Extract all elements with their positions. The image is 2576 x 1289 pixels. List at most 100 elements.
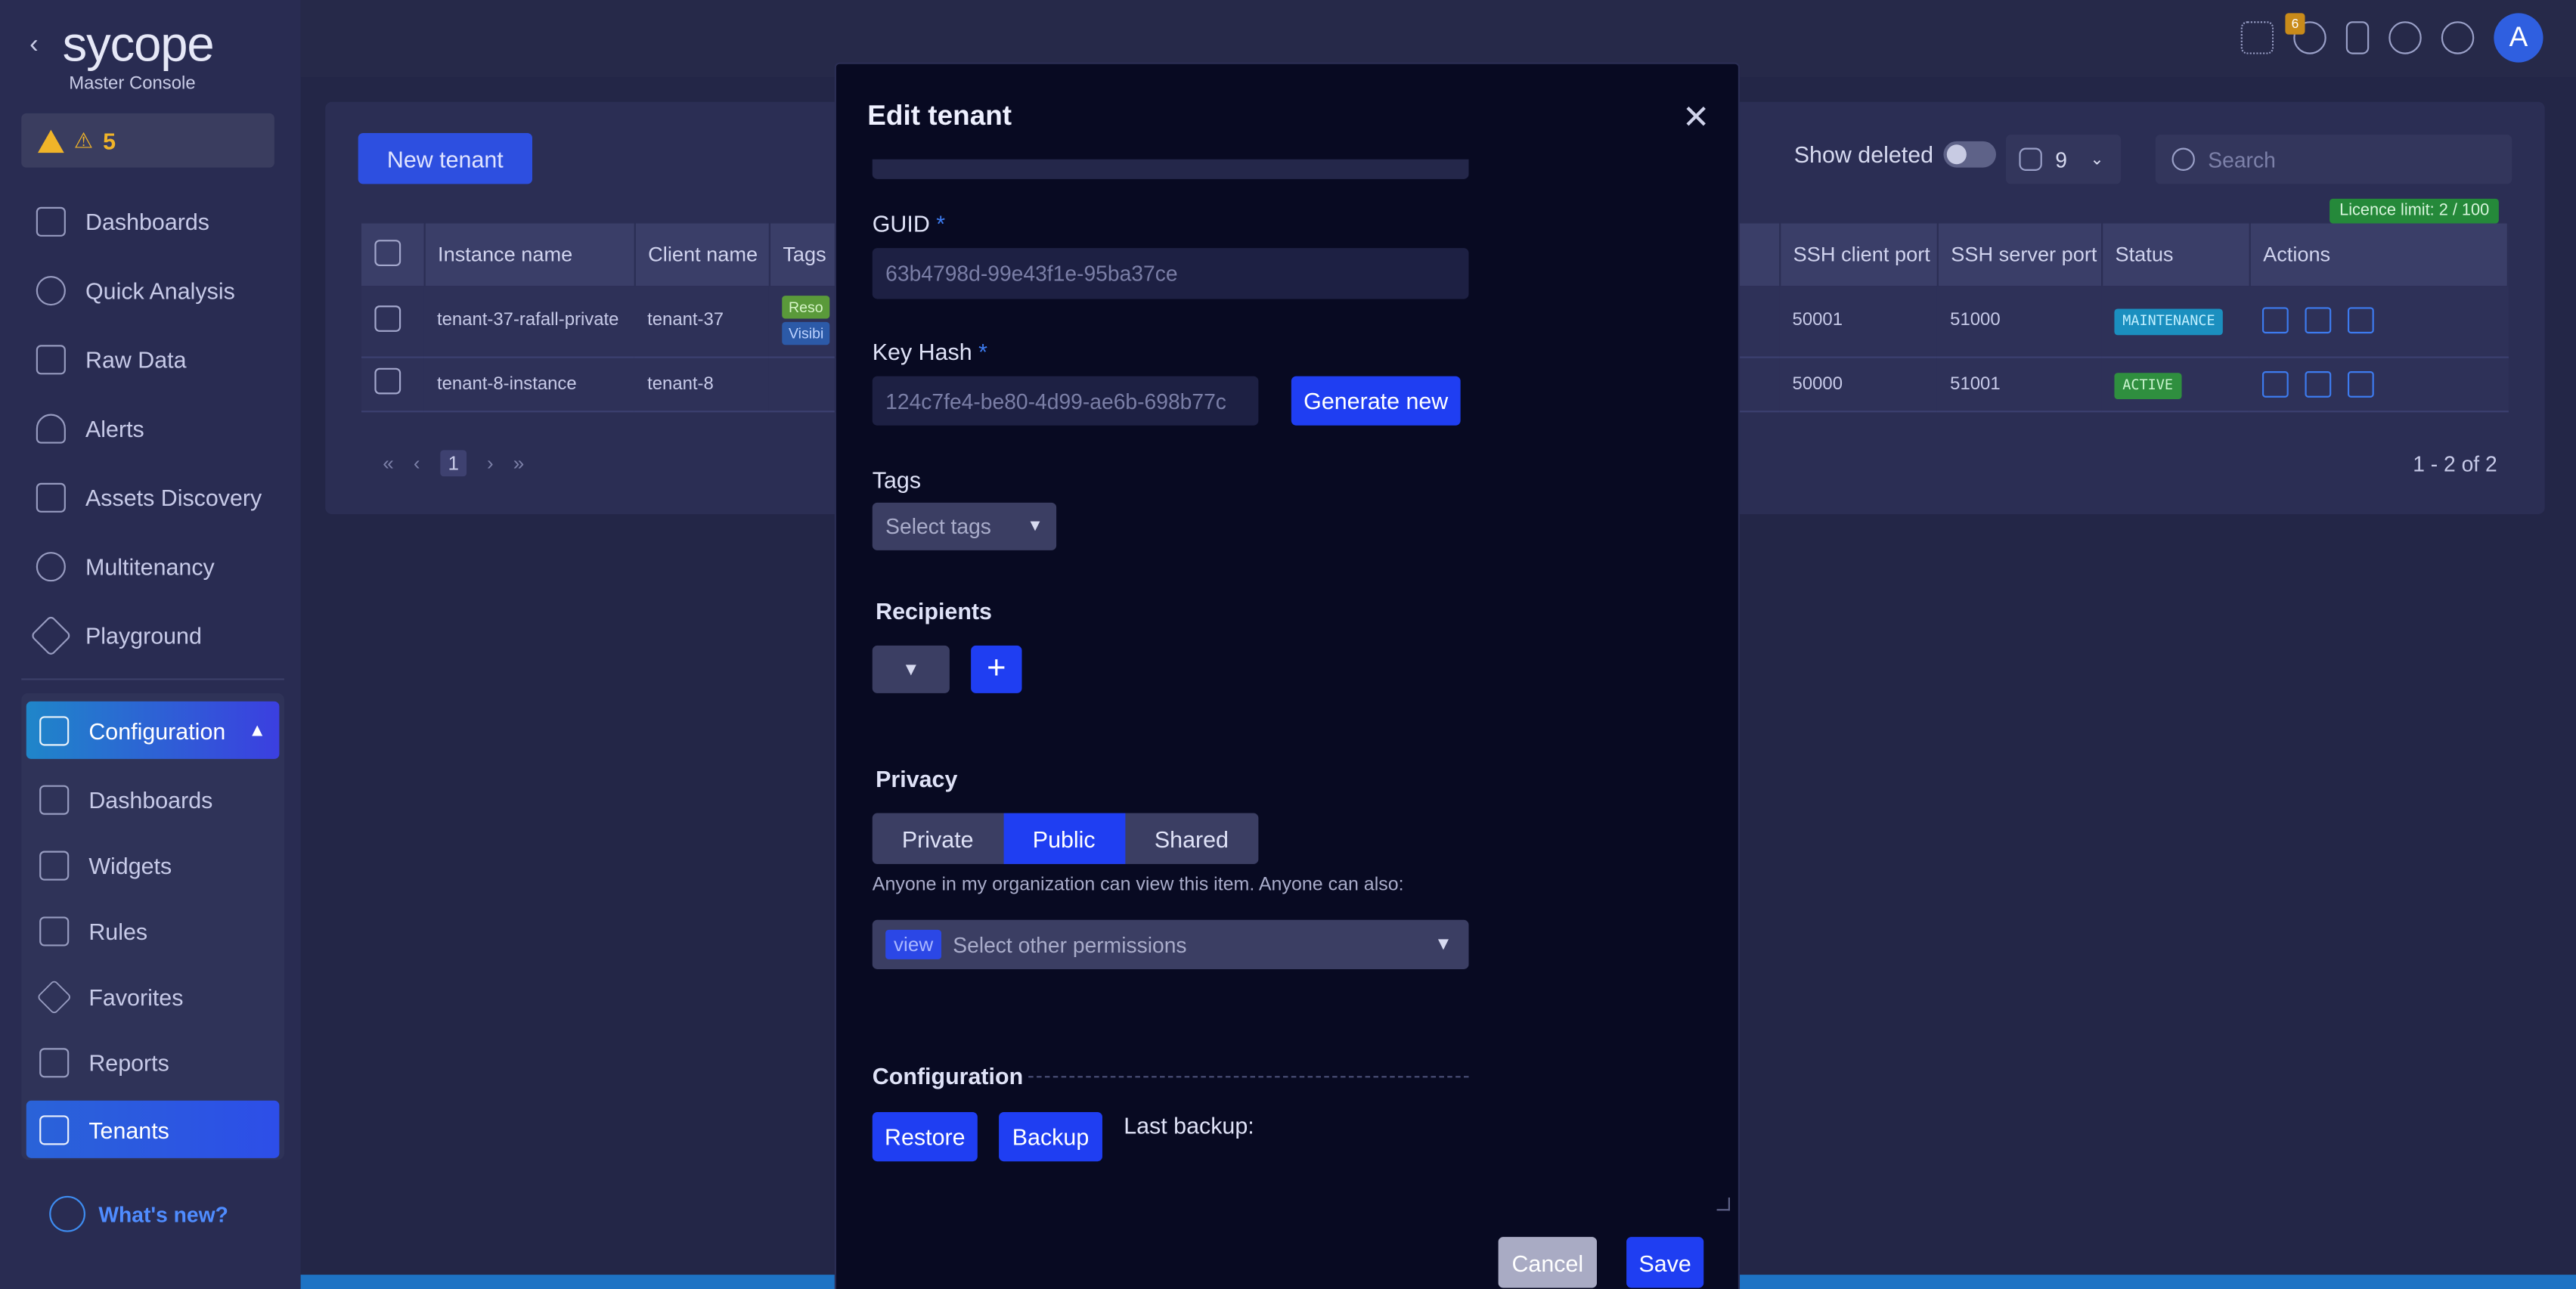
sidebar-item-tenants[interactable]: Tenants: [26, 1100, 280, 1158]
new-tenant-button[interactable]: New tenant: [358, 132, 532, 184]
help-icon[interactable]: [2441, 21, 2475, 54]
show-deleted-toggle[interactable]: Show deleted: [1794, 141, 1996, 168]
add-recipient-button[interactable]: +: [971, 645, 1022, 693]
first-page-icon[interactable]: «: [383, 452, 394, 475]
cancel-button[interactable]: Cancel: [1498, 1237, 1597, 1288]
divider: [21, 678, 284, 680]
close-icon[interactable]: ✕: [1682, 97, 1710, 138]
open-icon[interactable]: [2261, 370, 2289, 397]
open-icon[interactable]: [2261, 307, 2289, 334]
sidebar-item-quick-analysis[interactable]: Quick Analysis: [21, 256, 284, 325]
sidebar-item-assets-discovery[interactable]: Assets Discovery: [21, 463, 284, 532]
backup-button[interactable]: Backup: [999, 1112, 1102, 1162]
trash-icon[interactable]: [2347, 307, 2374, 334]
sidebar-item-widgets[interactable]: Widgets: [26, 833, 280, 899]
warning-icon: [37, 129, 64, 152]
sidebar-item-label: Widgets: [88, 852, 172, 879]
bookmark-icon[interactable]: [2345, 21, 2370, 54]
search-icon: [2171, 147, 2195, 171]
last-backup-label: Last backup:: [1124, 1112, 1254, 1139]
column-header[interactable]: SSH client port: [1779, 223, 1938, 287]
sidebar-item-rules[interactable]: Rules: [26, 899, 280, 965]
restore-button[interactable]: Restore: [872, 1112, 978, 1162]
row-select: [361, 356, 424, 412]
column-header[interactable]: SSH server port: [1936, 223, 2103, 287]
guid-field[interactable]: 63b4798d-99e43f1e-95ba37ce: [872, 248, 1469, 299]
sidebar-item-playground[interactable]: Playground: [21, 601, 284, 670]
instance-link[interactable]: tenant-37-rafall-private: [423, 286, 634, 358]
column-header[interactable]: Client name: [634, 223, 770, 287]
current-page[interactable]: 1: [439, 450, 467, 477]
sidebar-item-label: Alerts: [85, 415, 144, 442]
sidebar-item-alerts[interactable]: Alerts: [21, 394, 284, 463]
actions-cell: [2249, 286, 2508, 358]
whats-new-link[interactable]: What's new?: [49, 1195, 228, 1232]
back-icon[interactable]: ‹: [29, 31, 56, 60]
column-header[interactable]: Instance name: [423, 223, 635, 287]
alert-count: 5: [103, 127, 116, 154]
sidebar-item-raw-data[interactable]: Raw Data: [21, 325, 284, 394]
sidebar-item-favorites[interactable]: Favorites: [26, 964, 280, 1030]
ssh-server-port: 51000: [1936, 286, 2102, 358]
sidebar-item-label: Tenants: [88, 1116, 169, 1143]
toggle-switch[interactable]: [1943, 141, 1996, 168]
sidebar-item-label: Configuration: [88, 717, 226, 744]
privacy-shared[interactable]: Shared: [1125, 813, 1258, 864]
generate-new-button[interactable]: Generate new: [1291, 376, 1461, 426]
guid-label: GUID *: [872, 210, 946, 237]
table-icon: [39, 1114, 70, 1145]
client-name: tenant-8: [634, 356, 769, 412]
checkbox[interactable]: [374, 367, 401, 395]
configuration-subnav: Dashboards Widgets Rules Favorites Repor…: [26, 767, 280, 1158]
privacy-help: Anyone in my organization can view this …: [872, 875, 1404, 896]
privacy-private[interactable]: Private: [873, 813, 1003, 864]
sidebar-item-configuration[interactable]: Configuration ▲: [26, 701, 280, 759]
sidebar-item-dashboards[interactable]: Dashboards: [21, 187, 284, 256]
next-page-icon[interactable]: ›: [487, 452, 494, 475]
recipients-select[interactable]: ▼: [872, 645, 950, 693]
logo[interactable]: ‹ sycope: [29, 19, 215, 73]
instance-link[interactable]: tenant-8-instance: [423, 356, 634, 412]
search-input[interactable]: Search: [2155, 135, 2512, 184]
status-cell: MAINTENANCE: [2101, 286, 2249, 358]
edit-icon[interactable]: [2305, 370, 2332, 397]
permissions-select[interactable]: view Select other permissions ▼: [872, 919, 1469, 969]
privacy-public[interactable]: Public: [1003, 813, 1125, 864]
resize-handle[interactable]: [1716, 1197, 1730, 1211]
edit-tenant-modal: Edit tenant ✕ GUID * 63b4798d-99e43f1e-9…: [834, 62, 1741, 1289]
main-nav: Dashboards Quick Analysis Raw Data Alert…: [21, 187, 284, 671]
sidebar-item-multitenancy[interactable]: Multitenancy: [21, 532, 284, 601]
status-badge: ACTIVE: [2114, 372, 2181, 398]
tags-select[interactable]: Select tags ▼: [872, 502, 1057, 550]
badge-icon: [49, 1195, 85, 1232]
gear-icon[interactable]: [2388, 21, 2422, 54]
save-button[interactable]: Save: [1626, 1237, 1704, 1288]
ssh-server-port: 51001: [1936, 356, 2102, 412]
sidebar-item-label: Reports: [88, 1049, 169, 1077]
tags-label: Tags: [872, 466, 922, 493]
avatar[interactable]: A: [2494, 13, 2543, 63]
last-page-icon[interactable]: »: [513, 452, 525, 475]
trash-icon[interactable]: [2347, 370, 2374, 397]
ssh-client-port: 50000: [1779, 356, 1937, 412]
keyhash-field[interactable]: 124c7fe4-be80-4d99-ae6b-698b77c: [872, 376, 1259, 426]
widgets-icon: [39, 851, 70, 881]
whats-new-label: What's new?: [98, 1201, 228, 1227]
tags-placeholder: Select tags: [885, 514, 991, 539]
alerts-summary[interactable]: ⚠ 5: [21, 113, 274, 168]
show-deleted-label: Show deleted: [1793, 141, 1934, 168]
checkbox[interactable]: [374, 239, 401, 265]
select-all-header[interactable]: [361, 223, 425, 287]
sidebar-item-config-dashboards[interactable]: Dashboards: [26, 767, 280, 833]
sidebar-item-reports[interactable]: Reports: [26, 1030, 280, 1095]
reports-icon: [39, 1048, 70, 1078]
apps-grid-icon[interactable]: 6: [2240, 13, 2305, 54]
chevron-up-icon: ▲: [248, 720, 266, 740]
prev-page-icon[interactable]: ‹: [414, 452, 420, 475]
edit-icon[interactable]: [2305, 307, 2332, 334]
column-header[interactable]: Status: [2101, 223, 2250, 287]
row-count: 1 - 2 of 2: [2413, 451, 2497, 477]
columns-selector[interactable]: 9 ⌄: [2006, 135, 2122, 184]
columns-icon: [2019, 147, 2042, 171]
checkbox[interactable]: [374, 305, 401, 332]
